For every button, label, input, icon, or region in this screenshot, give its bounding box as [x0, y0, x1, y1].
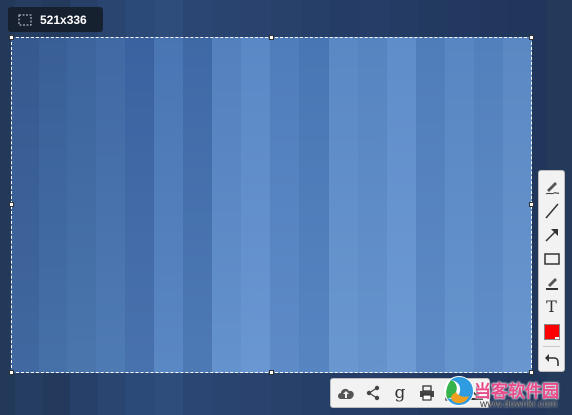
wallpaper-stripe — [416, 37, 445, 373]
selection-size-label: 521x336 — [40, 12, 87, 27]
color-picker-button[interactable] — [541, 321, 562, 342]
wallpaper-stripe — [154, 37, 183, 373]
wallpaper-stripe — [183, 37, 212, 373]
capture-selection-area[interactable] — [11, 37, 532, 373]
wallpaper-stripe — [39, 37, 67, 373]
pen-tool-button[interactable] — [541, 176, 562, 197]
rectangle-icon — [543, 252, 560, 265]
pen-icon — [545, 181, 559, 194]
arrow-icon — [544, 228, 558, 242]
resize-handle-right[interactable] — [529, 202, 534, 207]
resize-handle-bottom[interactable] — [269, 370, 274, 375]
color-swatch-icon — [543, 323, 560, 340]
resize-handle-top[interactable] — [269, 35, 274, 40]
undo-button[interactable] — [541, 349, 562, 370]
wallpaper-stripe — [503, 37, 532, 373]
upload-button[interactable] — [335, 382, 357, 404]
wallpaper-stripe — [125, 37, 154, 373]
wallpaper-stripe — [299, 37, 329, 373]
selection-size-badge: 521x336 — [8, 7, 103, 32]
marker-tool-button[interactable] — [541, 272, 562, 293]
marker-icon — [545, 277, 558, 290]
wallpaper-stripe — [358, 37, 387, 373]
wallpaper-stripe — [96, 37, 125, 373]
wallpaper-stripe — [270, 37, 299, 373]
wallpaper-stripe — [329, 37, 358, 373]
line-icon — [544, 203, 559, 218]
print-icon — [420, 385, 434, 401]
crop-icon — [18, 14, 32, 25]
print-button[interactable] — [416, 382, 438, 404]
share-icon — [366, 385, 380, 401]
google-search-button[interactable]: g — [389, 382, 411, 404]
wallpaper-stripe — [474, 37, 503, 373]
resize-handle-left[interactable] — [9, 202, 14, 207]
resize-handle-bottom-left[interactable] — [9, 370, 14, 375]
wallpaper-stripe — [67, 37, 96, 373]
wallpaper-stripe — [241, 37, 270, 373]
arrow-tool-button[interactable] — [541, 224, 562, 245]
toolbar-separator — [543, 346, 560, 347]
wallpaper-stripe — [11, 37, 39, 373]
text-icon: T — [546, 297, 557, 316]
watermark-logo-icon — [444, 376, 474, 406]
site-watermark: 当客软件园 www.downkr.com — [440, 370, 572, 415]
rectangle-tool-button[interactable] — [541, 248, 562, 269]
share-button[interactable] — [362, 382, 384, 404]
resize-handle-top-left[interactable] — [9, 35, 14, 40]
wallpaper-stripe — [445, 37, 474, 373]
text-tool-button[interactable]: T — [541, 296, 562, 317]
wallpaper-stripe — [387, 37, 416, 373]
upload-cloud-icon — [338, 388, 354, 399]
undo-icon — [544, 353, 559, 366]
watermark-url: www.downkr.com — [480, 399, 558, 410]
resize-handle-top-right[interactable] — [529, 35, 534, 40]
wallpaper-stripe — [212, 37, 241, 373]
line-tool-button[interactable] — [541, 200, 562, 221]
google-search-icon: g — [394, 382, 406, 403]
annotation-toolbar: T — [538, 170, 565, 372]
